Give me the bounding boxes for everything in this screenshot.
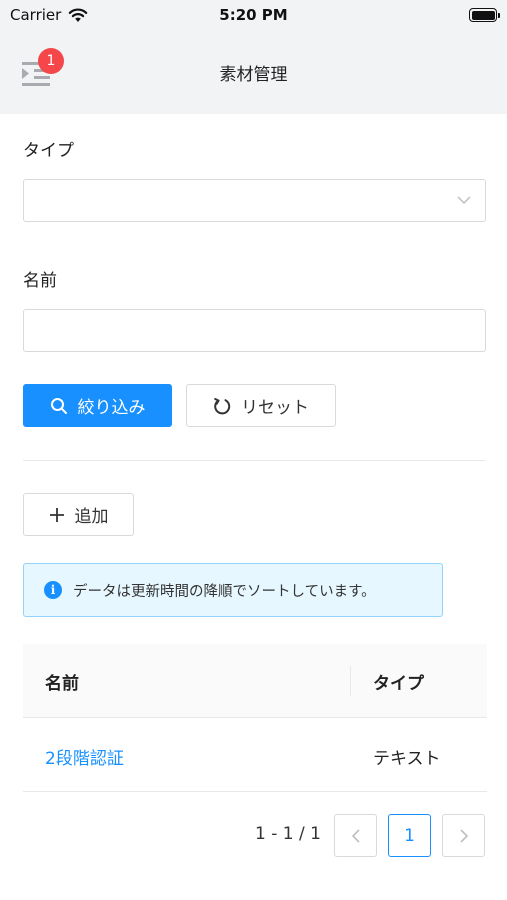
nav-header: 1 素材管理	[0, 30, 507, 114]
plus-icon	[49, 507, 65, 523]
battery-level	[471, 10, 495, 20]
add-button-label: 追加	[74, 507, 109, 527]
alert-message: データは更新時間の降順でソートしています。	[73, 583, 376, 600]
battery-cap	[498, 13, 500, 18]
status-bar: Carrier 5:20 PM	[0, 0, 507, 30]
row-type-cell: テキスト	[373, 749, 441, 769]
pagination-total: 1 - 1 / 1	[255, 824, 321, 844]
table-row[interactable]: 2段階認証 テキスト	[23, 718, 487, 792]
reset-button-label: リセット	[241, 398, 309, 418]
page-title: 素材管理	[219, 65, 288, 85]
chevron-down-icon	[457, 196, 471, 205]
search-icon	[50, 397, 68, 415]
row-name-link[interactable]: 2段階認証	[45, 744, 124, 769]
battery-icon	[469, 8, 500, 22]
type-label: タイプ	[23, 141, 74, 161]
section-divider	[23, 460, 486, 461]
column-separator	[350, 666, 351, 696]
add-button[interactable]: 追加	[23, 493, 134, 536]
reload-icon	[213, 397, 231, 415]
page-number-button[interactable]: 1	[388, 814, 431, 857]
name-input[interactable]	[23, 309, 486, 352]
clock: 5:20 PM	[219, 6, 288, 24]
type-select[interactable]	[23, 179, 486, 222]
column-header-type[interactable]: タイプ	[373, 669, 424, 694]
chevron-left-icon	[351, 828, 360, 843]
filter-button[interactable]: 絞り込み	[23, 384, 172, 427]
next-page-button[interactable]	[442, 814, 485, 857]
info-icon: i	[44, 581, 62, 599]
table-header: 名前 タイプ	[23, 644, 487, 718]
name-label: 名前	[23, 271, 57, 291]
filter-button-label: 絞り込み	[77, 398, 146, 418]
reset-button[interactable]: リセット	[186, 384, 336, 427]
chevron-right-icon	[459, 828, 468, 843]
sort-info-alert: i データは更新時間の降順でソートしています。	[23, 563, 443, 617]
previous-page-button[interactable]	[334, 814, 377, 857]
column-header-name[interactable]: 名前	[45, 669, 79, 694]
